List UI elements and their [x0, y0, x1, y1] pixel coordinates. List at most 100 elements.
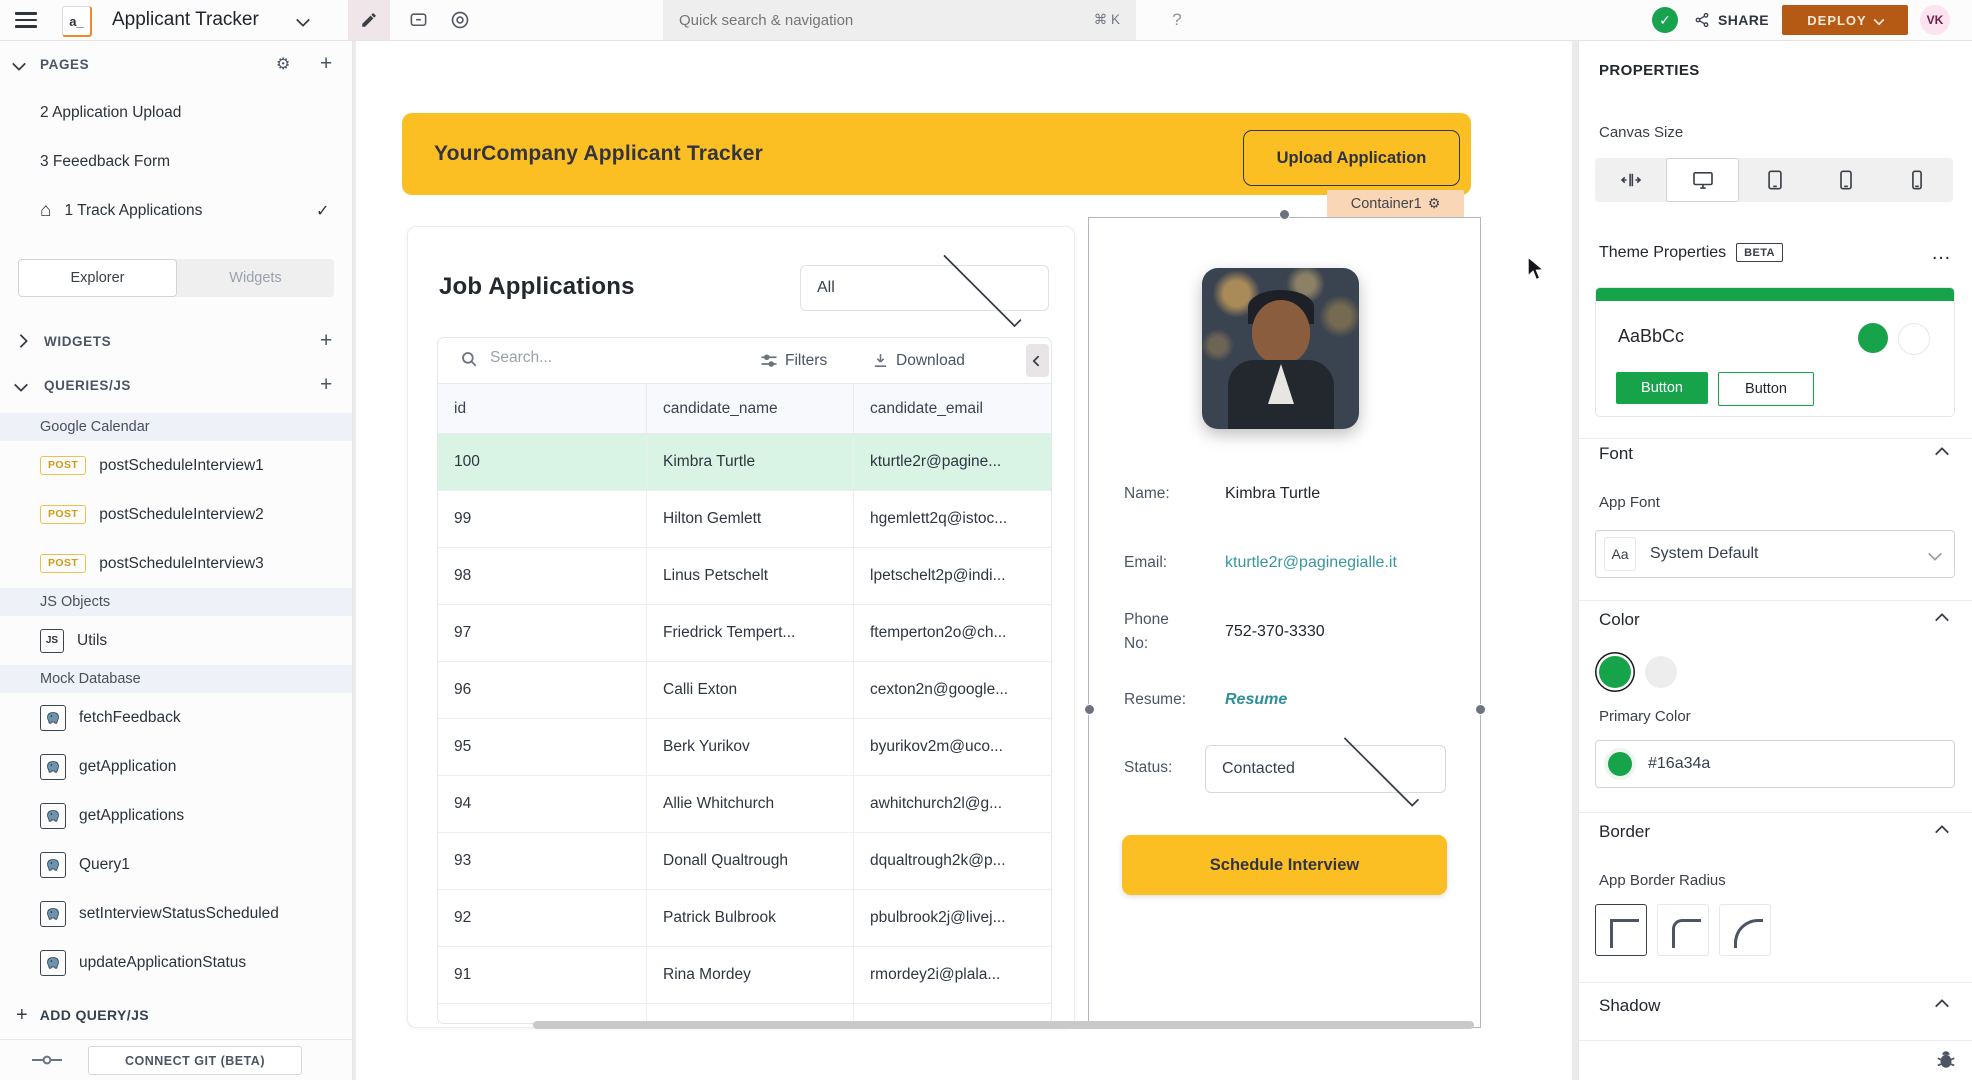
color-section-header[interactable]: Color: [1599, 610, 1953, 630]
resize-handle-right[interactable]: [1475, 704, 1486, 715]
column-header[interactable]: id: [438, 384, 647, 433]
table-row[interactable]: 98Linus Petscheltlpetschelt2p@indi...: [438, 548, 1051, 605]
table-row[interactable]: 97Friedrick Tempert...ftemperton2o@ch...: [438, 605, 1051, 662]
download-button[interactable]: Download: [872, 338, 965, 383]
hamburger-menu-icon[interactable]: [12, 0, 40, 40]
query-group-header[interactable]: Google Calendar: [0, 413, 352, 441]
share-button[interactable]: SHARE: [1694, 0, 1769, 40]
secondary-color-swatch[interactable]: [1645, 656, 1677, 688]
primary-color-input[interactable]: #16a34a: [1595, 740, 1955, 788]
container-widget-tag[interactable]: Container1 ⚙: [1327, 190, 1464, 217]
help-button[interactable]: ?: [1162, 0, 1192, 40]
app-title[interactable]: Applicant Tracker: [112, 0, 259, 40]
app-title-chevron-down-icon[interactable]: [298, 0, 308, 40]
user-avatar[interactable]: VK: [1920, 5, 1950, 35]
app-font-select[interactable]: Aa System Default: [1595, 530, 1955, 578]
query-item[interactable]: POSTpostScheduleInterview2: [0, 490, 352, 539]
query-item[interactable]: JSUtils: [0, 616, 352, 665]
pages-chevron-down-icon[interactable]: [12, 57, 26, 71]
table-row[interactable]: 91Rina Mordeyrmordey2i@plala...: [438, 947, 1051, 1004]
candidate-detail-container[interactable]: Name: Kimbra Turtle Email: kturtle2r@pag…: [1088, 217, 1481, 1028]
add-page-button[interactable]: +: [320, 52, 332, 76]
deploy-button[interactable]: DEPLOY: [1782, 5, 1908, 35]
border-radius-large-option[interactable]: [1719, 904, 1771, 956]
add-query-plus-button[interactable]: +: [320, 373, 332, 397]
query-item[interactable]: getApplication: [0, 742, 352, 791]
filter-chevron-down-icon[interactable]: [943, 249, 1021, 327]
query-group-header[interactable]: Mock Database: [0, 665, 352, 693]
tab-widgets[interactable]: Widgets: [177, 259, 334, 297]
table-row[interactable]: 94Allie Whitchurchawhitchurch2l@g...: [438, 776, 1051, 833]
query-item[interactable]: Query1: [0, 840, 352, 889]
add-widget-button[interactable]: +: [320, 329, 332, 353]
collapse-panel-button[interactable]: [1026, 344, 1049, 377]
status-select[interactable]: Contacted: [1205, 745, 1446, 793]
column-header[interactable]: candidate_email: [854, 384, 1050, 433]
theme-preview-card[interactable]: AaBbCc Button Button: [1595, 287, 1955, 417]
upload-application-button[interactable]: Upload Application: [1243, 130, 1460, 186]
widgets-chevron-right-icon[interactable]: [14, 334, 28, 348]
query-item[interactable]: updateApplicationStatus: [0, 938, 352, 987]
border-section-header[interactable]: Border: [1599, 822, 1953, 842]
table-row[interactable]: 93Donall Qualtroughdqualtrough2k@p...: [438, 833, 1051, 890]
comment-mode-button[interactable]: [398, 0, 438, 40]
font-collapse-chevron-icon[interactable]: [1935, 447, 1949, 461]
query-item[interactable]: getApplications: [0, 791, 352, 840]
debug-bug-icon[interactable]: [1935, 1048, 1957, 1070]
canvas-size-tablet-option[interactable]: [1811, 158, 1882, 202]
shadow-section-header[interactable]: Shadow: [1599, 996, 1953, 1016]
border-radius-medium-option[interactable]: [1657, 904, 1709, 956]
pages-settings-gear-icon[interactable]: ⚙: [276, 54, 290, 74]
table-row[interactable]: 96Calli Extoncexton2n@google...: [438, 662, 1051, 719]
view-mode-button[interactable]: [440, 0, 480, 40]
quick-search-input[interactable]: [677, 11, 1094, 30]
theme-more-options-icon[interactable]: …: [1931, 248, 1953, 258]
horizontal-scrollbar[interactable]: [533, 1021, 1474, 1029]
sidebar-item-page[interactable]: 3 Feeedback Form: [0, 137, 352, 186]
query-item[interactable]: fetchFeedback: [0, 693, 352, 742]
tab-explorer[interactable]: Explorer: [18, 259, 177, 297]
resize-handle-left[interactable]: [1084, 704, 1095, 715]
quick-search-bar[interactable]: ⌘ K: [663, 0, 1136, 40]
add-query-js-button[interactable]: + ADD QUERY/JS: [0, 995, 352, 1035]
status-filter-dropdown[interactable]: All: [800, 265, 1049, 311]
email-value-link[interactable]: kturtle2r@paginegialle.it: [1225, 551, 1397, 575]
query-item[interactable]: setInterviewStatusScheduled: [0, 889, 352, 938]
canvas-size-fluid-option[interactable]: [1595, 158, 1666, 202]
canvas-size-phone-option[interactable]: [1882, 158, 1953, 202]
widgets-section-header[interactable]: WIDGETS +: [0, 319, 352, 363]
primary-color-swatch-selected[interactable]: [1599, 656, 1631, 688]
status-chevron-down-icon[interactable]: [1343, 731, 1418, 806]
column-header[interactable]: candidate_name: [647, 384, 854, 433]
font-section-header[interactable]: Font: [1599, 444, 1953, 464]
table-row[interactable]: 100Kimbra Turtlekturtle2r@pagine...: [438, 434, 1051, 491]
pages-section-header[interactable]: PAGES ⚙ +: [0, 40, 352, 88]
query-group-header[interactable]: JS Objects: [0, 588, 352, 616]
table-row[interactable]: 95Berk Yurikovbyurikov2m@uco...: [438, 719, 1051, 776]
deploy-chevron-down-icon[interactable]: [1873, 14, 1884, 25]
border-radius-none-option[interactable]: [1595, 904, 1647, 956]
border-collapse-chevron-icon[interactable]: [1935, 825, 1949, 839]
font-chevron-down-icon[interactable]: [1928, 547, 1942, 561]
resume-link[interactable]: Resume: [1225, 688, 1287, 712]
schedule-interview-button[interactable]: Schedule Interview: [1122, 835, 1447, 895]
sidebar-item-page[interactable]: 2 Application Upload: [0, 88, 352, 137]
queries-section-header[interactable]: QUERIES/JS +: [0, 363, 352, 407]
tablet-small-icon: [1839, 170, 1853, 190]
resize-handle-top[interactable]: [1279, 209, 1290, 220]
queries-chevron-down-icon[interactable]: [14, 378, 28, 392]
shadow-collapse-chevron-icon[interactable]: [1935, 999, 1949, 1013]
color-collapse-chevron-icon[interactable]: [1935, 613, 1949, 627]
container-settings-gear-icon[interactable]: ⚙: [1428, 195, 1441, 212]
query-item[interactable]: POSTpostScheduleInterview3: [0, 539, 352, 588]
query-item[interactable]: POSTpostScheduleInterview1: [0, 441, 352, 490]
canvas-size-desktop-option[interactable]: [1666, 158, 1739, 202]
table-row[interactable]: 99Hilton Gemletthgemlett2q@istoc...: [438, 491, 1051, 548]
table-search-input[interactable]: [488, 348, 672, 368]
edit-mode-button[interactable]: [348, 0, 390, 40]
connect-git-button[interactable]: CONNECT GIT (BETA): [88, 1046, 302, 1075]
table-row[interactable]: 92Patrick Bulbrookpbulbrook2j@livej...: [438, 890, 1051, 947]
canvas-size-tablet-large-option[interactable]: [1739, 158, 1810, 202]
filters-button[interactable]: Filters: [760, 338, 827, 383]
sidebar-item-page[interactable]: ⌂1 Track Applications✓: [0, 186, 352, 235]
